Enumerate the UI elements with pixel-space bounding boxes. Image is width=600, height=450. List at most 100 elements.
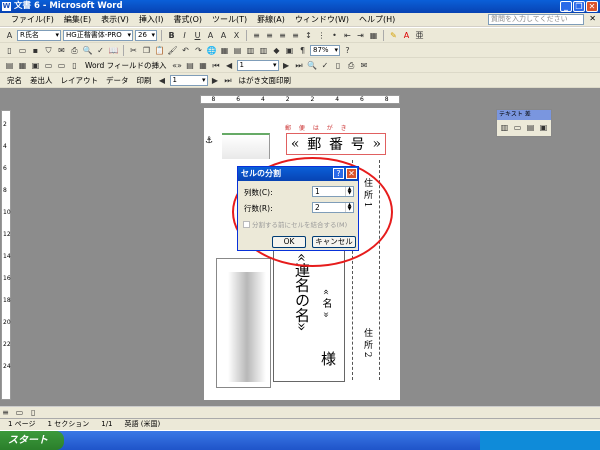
size-combo[interactable]: 26	[135, 29, 157, 41]
tables-borders-icon[interactable]: ▦	[219, 45, 230, 56]
horizontal-ruler[interactable]: 8 6 4 2 2 4 6 8	[200, 95, 400, 104]
recipients-icon[interactable]: ▣	[30, 60, 41, 71]
normal-view-icon[interactable]: ≡	[0, 407, 11, 418]
font-color-icon[interactable]: A	[401, 30, 412, 41]
border-icon[interactable]: ▦	[368, 30, 379, 41]
spinner-arrows-icon[interactable]: ▲ ▼	[345, 203, 353, 212]
italic-icon[interactable]: I	[179, 30, 190, 41]
format-painter-icon[interactable]: 🖌	[167, 45, 178, 56]
text-floating-toolbar[interactable]: テキスト 差 ▥ ▭ ▤ ▣	[496, 109, 552, 137]
last-record-icon[interactable]: ⏭	[294, 60, 305, 71]
word-app-icon[interactable]: W	[2, 2, 11, 11]
cut-icon[interactable]: ✂	[128, 45, 139, 56]
align-right-icon[interactable]: ≡	[277, 30, 288, 41]
columns-spinner[interactable]: 1 ▲ ▼	[312, 186, 354, 197]
minimize-button[interactable]: _	[560, 1, 572, 12]
underline-icon[interactable]: U	[192, 30, 203, 41]
postcard-data-menu[interactable]: データ	[103, 75, 132, 86]
word-field-insert-menu[interactable]: Word フィールドの挿入	[82, 60, 170, 71]
record-field[interactable]: 1	[236, 59, 279, 71]
menu-table[interactable]: 罫線(A)	[252, 14, 290, 25]
address2-field[interactable]: 住 所 2	[361, 328, 374, 357]
menu-edit[interactable]: 編集(E)	[59, 14, 96, 25]
doc-map-icon[interactable]: ▣	[284, 45, 295, 56]
spinner-arrows-icon[interactable]: ▲ ▼	[345, 187, 353, 196]
align-center-icon[interactable]: ≡	[264, 30, 275, 41]
menu-tools[interactable]: ツール(T)	[207, 14, 252, 25]
char-border-icon[interactable]: A	[205, 30, 216, 41]
bold-icon[interactable]: B	[166, 30, 177, 41]
drawing-icon[interactable]: ◆	[271, 45, 282, 56]
menu-insert[interactable]: 挿入(I)	[134, 14, 169, 25]
doc-close-icon[interactable]: ✕	[589, 14, 596, 23]
show-hide-icon[interactable]: ¶	[297, 45, 308, 56]
next-record-icon[interactable]: ▶	[210, 75, 221, 86]
redo-icon[interactable]: ↷	[193, 45, 204, 56]
char-scale-icon[interactable]: X	[231, 30, 242, 41]
insert-table-icon[interactable]: ▤	[232, 45, 243, 56]
paste-icon[interactable]: 📋	[154, 45, 165, 56]
research-icon[interactable]: 📖	[108, 45, 119, 56]
start-button[interactable]: スタート	[0, 431, 64, 450]
print-preview-icon[interactable]: 🔍	[82, 45, 93, 56]
postcard-body-print-button[interactable]: はがき文面印刷	[236, 75, 295, 86]
insert-greeting-icon[interactable]: ▭	[56, 60, 67, 71]
open-icon[interactable]: ▭	[17, 45, 28, 56]
phonetic-icon[interactable]: 亜	[414, 30, 425, 41]
cancel-button[interactable]: キャンセル	[312, 236, 356, 248]
permission-icon[interactable]: ⛉	[43, 45, 54, 56]
recipient-name-block[interactable]: «連名の名» « 名 » 様	[273, 250, 345, 382]
char-shading-icon[interactable]: A	[218, 30, 229, 41]
merge-printer-icon[interactable]: ⎙	[346, 60, 357, 71]
ok-button[interactable]: OK	[272, 236, 306, 248]
view-merged-icon[interactable]: «»	[172, 60, 183, 71]
decrease-indent-icon[interactable]: ⇤	[342, 30, 353, 41]
menu-file[interactable]: ファイル(F)	[6, 14, 59, 25]
help-question-input[interactable]: 質問を入力してください	[488, 14, 584, 25]
main-doc-setup-icon[interactable]: ▤	[4, 60, 15, 71]
spelling-icon[interactable]: ✓	[95, 45, 106, 56]
style-combo[interactable]: R氏名	[17, 29, 61, 41]
save-icon[interactable]: ▪	[30, 45, 41, 56]
insert-merge-field-icon[interactable]: ▯	[69, 60, 80, 71]
help-icon[interactable]: ?	[342, 45, 353, 56]
open-data-source-icon[interactable]: ▦	[17, 60, 28, 71]
dialog-close-button[interactable]: ✕	[346, 168, 357, 179]
next-record-icon[interactable]: ▶	[281, 60, 292, 71]
text-box-icon[interactable]: ▭	[512, 122, 523, 133]
copy-icon[interactable]: ❐	[141, 45, 152, 56]
undo-icon[interactable]: ↶	[180, 45, 191, 56]
numbering-icon[interactable]: ⋮	[316, 30, 327, 41]
highlight-fields-icon[interactable]: ▤	[185, 60, 196, 71]
new-doc-icon[interactable]: ▯	[4, 45, 15, 56]
print-view-icon[interactable]: ▯	[28, 407, 39, 418]
bullets-icon[interactable]: •	[329, 30, 340, 41]
name-field[interactable]: « 名 »	[318, 289, 333, 318]
text-direction-icon[interactable]: ▥	[499, 122, 510, 133]
highlight-icon[interactable]: ✎	[388, 30, 399, 41]
link-icon[interactable]: ▣	[538, 122, 549, 133]
postcard-name-button[interactable]: 完名	[4, 75, 25, 86]
insert-excel-icon[interactable]: ▥	[245, 45, 256, 56]
close-button[interactable]: ✕	[586, 1, 598, 12]
last-record-icon[interactable]: ⏭	[223, 75, 234, 86]
match-fields-icon[interactable]: ▦	[198, 60, 209, 71]
menu-help[interactable]: ヘルプ(H)	[354, 14, 400, 25]
web-view-icon[interactable]: ▭	[14, 407, 25, 418]
postcard-sender-button[interactable]: 差出人	[27, 75, 56, 86]
align-left-icon[interactable]: ≡	[251, 30, 262, 41]
rows-value[interactable]: 2	[315, 203, 320, 212]
postal-code-field[interactable]: « 郵 番 号 »	[286, 133, 386, 155]
hyperlink-icon[interactable]: 🌐	[206, 45, 217, 56]
postcard-layout-button[interactable]: レイアウト	[58, 75, 102, 86]
break-link-icon[interactable]: ▤	[525, 122, 536, 133]
check-errors-icon[interactable]: ✓	[320, 60, 331, 71]
zoom-combo[interactable]: 87%	[310, 44, 340, 56]
postcard-print-menu[interactable]: 印刷	[134, 75, 155, 86]
justify-icon[interactable]: ≡	[290, 30, 301, 41]
merge-new-doc-icon[interactable]: ▯	[333, 60, 344, 71]
menu-format[interactable]: 書式(O)	[168, 14, 207, 25]
dialog-help-button[interactable]: ?	[333, 168, 344, 179]
menu-window[interactable]: ウィンドウ(W)	[290, 14, 354, 25]
maximize-button[interactable]: ❐	[573, 1, 585, 12]
